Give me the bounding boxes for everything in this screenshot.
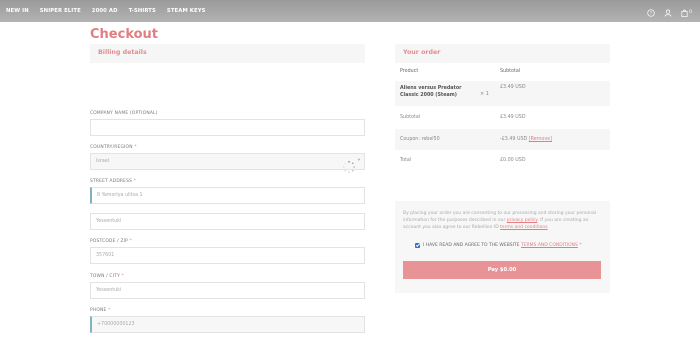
street-address-field[interactable]: 8 Yamoriya ulitsa 1 bbox=[90, 187, 365, 204]
help-icon[interactable]: ? bbox=[647, 2, 655, 21]
svg-text:?: ? bbox=[650, 10, 653, 16]
subtotal-row: Subtotal £3.49 USD bbox=[395, 106, 610, 129]
nav-item-steam-keys[interactable]: STEAM KEYS bbox=[167, 8, 206, 14]
order-heading: Your order bbox=[403, 49, 441, 56]
terms-required-mark: * bbox=[579, 243, 582, 248]
chevron-down-icon: ▾ bbox=[357, 158, 360, 163]
street-address-label-text: STREET ADDRESS bbox=[90, 179, 133, 184]
town-field[interactable]: Yessentuki bbox=[90, 282, 365, 299]
total-label: Total bbox=[400, 158, 412, 163]
company-name-label-text: COMPANY NAME (OPTIONAL) bbox=[90, 111, 158, 116]
order-summary: Your order Product Subtotal Aliens versu… bbox=[395, 44, 610, 171]
nav-item-sniper-elite[interactable]: SNIPER ELITE bbox=[40, 8, 81, 14]
privacy-policy-link[interactable]: privacy policy bbox=[507, 218, 538, 223]
street-address-label: STREET ADDRESS * bbox=[90, 179, 136, 184]
street-address-line2-field[interactable]: Yessentuki bbox=[90, 213, 365, 230]
company-name-field[interactable] bbox=[90, 119, 365, 136]
rebellion-id-terms-link[interactable]: terms and conditions bbox=[500, 225, 548, 230]
phone-field[interactable]: +70000000123 bbox=[90, 316, 365, 333]
payment-section: By placing your order you are consenting… bbox=[395, 201, 610, 293]
coupon-row: Coupon: rebel50 -£3.49 USD [Remove] bbox=[395, 129, 610, 150]
country-value: Israel bbox=[96, 159, 110, 164]
postcode-value: 357601 bbox=[96, 253, 115, 258]
town-required-mark: * bbox=[121, 274, 124, 279]
total-row: Total £0.00 USD bbox=[395, 150, 610, 171]
phone-label: PHONE * bbox=[90, 308, 110, 313]
billing-details-heading: Billing details bbox=[98, 49, 147, 56]
subtotal-value: £3.49 USD bbox=[500, 115, 526, 120]
terms-label: I HAVE READ AND AGREE TO THE WEBSITE bbox=[423, 243, 520, 248]
product-price: £3.49 USD bbox=[500, 85, 526, 90]
main-nav: NEW IN SNIPER ELITE 2000 AD T-SHIRTS STE… bbox=[6, 0, 217, 22]
postcode-field[interactable]: 357601 bbox=[90, 247, 365, 264]
coupon-label: Coupon: rebel50 bbox=[400, 137, 440, 142]
coupon-value: -£3.49 USD bbox=[500, 137, 528, 142]
pay-button[interactable]: Pay $0.00 bbox=[403, 261, 601, 279]
company-name-label: COMPANY NAME (OPTIONAL) bbox=[90, 111, 158, 116]
top-navigation-bar: NEW IN SNIPER ELITE 2000 AD T-SHIRTS STE… bbox=[0, 0, 700, 22]
subtotal-label: Subtotal bbox=[400, 115, 421, 120]
postcode-label-text: POSTCODE / ZIP bbox=[90, 239, 129, 244]
terms-checkbox[interactable] bbox=[415, 243, 420, 248]
nav-icons: ? 0 bbox=[647, 0, 692, 22]
street-required-mark: * bbox=[133, 179, 137, 184]
street-address-value: 8 Yamoriya ulitsa 1 bbox=[97, 193, 143, 198]
total-value: £0.00 USD bbox=[500, 158, 526, 163]
country-label-text: COUNTRY/REGION bbox=[90, 145, 133, 150]
remove-coupon-link[interactable]: [Remove] bbox=[529, 137, 552, 142]
postcode-required-mark: * bbox=[129, 239, 133, 244]
phone-required-mark: * bbox=[108, 308, 111, 313]
product-quantity: × 1 bbox=[480, 91, 489, 97]
country-label: COUNTRY/REGION * bbox=[90, 145, 137, 150]
country-select[interactable]: Israel ▾ bbox=[90, 153, 365, 170]
order-table-header: Product Subtotal bbox=[395, 63, 610, 81]
nav-item-new-in[interactable]: NEW IN bbox=[6, 8, 29, 14]
page-title: Checkout bbox=[90, 27, 159, 42]
town-label: TOWN / CITY * bbox=[90, 274, 124, 279]
phone-label-text: PHONE bbox=[90, 308, 107, 313]
nav-item-2000-ad[interactable]: 2000 AD bbox=[92, 8, 118, 14]
postcode-label: POSTCODE / ZIP * bbox=[90, 239, 132, 244]
town-label-text: TOWN / CITY bbox=[90, 274, 120, 279]
product-name: Aliens versus Predator Classic 2000 (Ste… bbox=[400, 86, 462, 98]
order-summary-header: Your order bbox=[395, 44, 610, 63]
billing-details-header: Billing details bbox=[90, 44, 365, 63]
loading-spinner-icon bbox=[343, 160, 355, 173]
subtotal-column-header: Subtotal bbox=[500, 69, 521, 74]
product-column-header: Product bbox=[400, 69, 419, 74]
terms-agreement: I HAVE READ AND AGREE TO THE WEBSITE TER… bbox=[423, 243, 582, 248]
street-address-line2-value: Yessentuki bbox=[96, 219, 122, 224]
user-icon[interactable] bbox=[664, 2, 672, 21]
website-terms-link[interactable]: TERMS AND CONDITIONS bbox=[521, 243, 578, 248]
privacy-notice: By placing your order you are consenting… bbox=[403, 210, 603, 231]
phone-value: +70000000123 bbox=[97, 322, 135, 327]
nav-item-t-shirts[interactable]: T-SHIRTS bbox=[129, 8, 156, 14]
town-value: Yessentuki bbox=[96, 288, 122, 293]
cart-count: 0 bbox=[689, 9, 692, 15]
country-required-mark: * bbox=[134, 145, 137, 150]
order-product-row: Aliens versus Predator Classic 2000 (Ste… bbox=[395, 81, 610, 106]
cart-icon[interactable]: 0 bbox=[681, 2, 692, 21]
